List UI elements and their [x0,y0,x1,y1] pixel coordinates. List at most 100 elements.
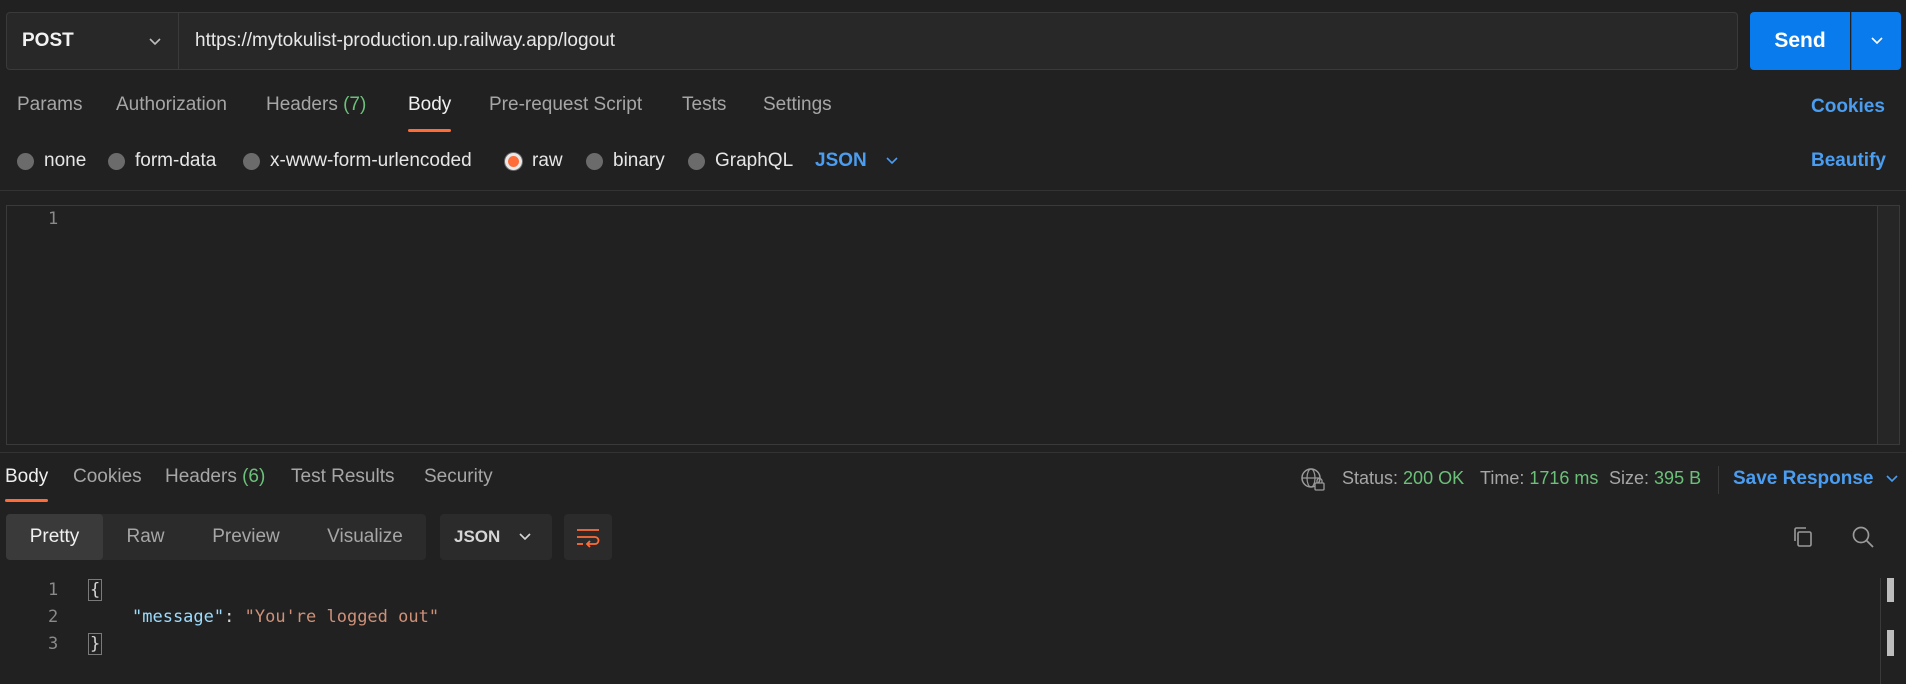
time-label: Time: [1480,468,1525,488]
tab-body[interactable]: Body [408,94,452,134]
view-raw[interactable]: Raw [103,514,188,560]
radio-label: none [44,150,87,171]
status-value: 200 OK [1403,468,1465,488]
brace: { [88,579,103,601]
send-options-button[interactable] [1851,12,1901,70]
url-text: https://mytokulist-production.up.railway… [195,30,615,51]
size-label: Size: [1609,468,1650,488]
tab-headers[interactable]: Headers (7) [266,94,366,134]
radio-x-www-form-urlencoded[interactable]: x-www-form-urlencoded [243,150,472,172]
method-select[interactable]: POST [6,12,178,70]
radio-dot [586,152,603,170]
radio-label: binary [613,150,665,171]
wrap-lines-icon [577,529,600,548]
tab-pre-request-script[interactable]: Pre-request Script [489,94,642,134]
view-visualize[interactable]: Visualize [304,514,426,560]
cookies-link[interactable]: Cookies [1811,96,1885,118]
chevron-down-icon [149,38,161,46]
radio-dot [505,152,522,170]
headers-count: (7) [343,94,367,115]
save-response-label: Save Response [1733,468,1874,489]
beautify-link[interactable]: Beautify [1811,150,1886,172]
radio-dot [17,152,34,170]
response-tab-security[interactable]: Security [424,466,493,504]
tab-label: Settings [763,94,832,115]
tab-label: Headers [266,94,338,115]
radio-label: x-www-form-urlencoded [270,150,472,171]
line-number: 3 [48,634,59,654]
radio-dot [688,152,705,170]
tab-label: Security [424,466,493,487]
editor-scrollbar[interactable] [1878,205,1900,445]
size-value: 395 B [1654,468,1702,488]
response-format-select[interactable]: JSON [440,514,552,560]
response-time: Time: 1716 ms [1480,468,1598,489]
brace: } [88,633,103,655]
globe-lock-icon[interactable] [1300,467,1326,493]
body-language-select[interactable]: JSON [815,150,899,172]
line-number: 1 [48,209,59,229]
scroll-marker [1887,630,1894,656]
tab-label: Test Results [291,466,395,487]
tab-label: Headers [165,466,237,487]
tab-authorization[interactable]: Authorization [116,94,227,134]
response-tab-body[interactable]: Body [5,466,49,504]
radio-form-data[interactable]: form-data [108,150,216,172]
tab-params[interactable]: Params [17,94,82,134]
body-language-label: JSON [815,150,867,171]
radio-none[interactable]: none [17,150,86,172]
radio-dot [243,152,260,170]
line-number: 2 [48,607,59,627]
radio-binary[interactable]: binary [586,150,665,172]
request-body-editor[interactable] [6,205,1878,445]
send-label: Send [1774,29,1826,52]
radio-graphql[interactable]: GraphQL [688,150,793,172]
chevron-down-icon [1870,37,1883,45]
radio-label: GraphQL [715,150,794,171]
method-label: POST [22,30,74,51]
divider [0,452,1906,453]
view-pretty[interactable]: Pretty [6,514,103,560]
tab-label: Authorization [116,94,227,115]
chevron-down-icon [886,157,898,165]
time-value: 1716 ms [1529,468,1599,488]
search-icon[interactable] [1851,525,1875,549]
status-label: Status: [1342,468,1399,488]
tab-label: Cookies [73,466,142,487]
response-tab-test-results[interactable]: Test Results [291,466,394,504]
response-size: Size: 395 B [1609,468,1701,489]
json-open-brace: { [88,579,103,601]
tab-label: Tests [682,94,727,115]
send-button[interactable]: Send [1750,12,1850,70]
radio-dot [108,152,125,170]
divider [0,190,1906,191]
radio-label: raw [532,150,563,171]
tab-settings[interactable]: Settings [763,94,832,134]
tab-tests[interactable]: Tests [682,94,726,134]
tab-label: Body [408,94,452,115]
radio-label: form-data [135,150,217,171]
format-label: JSON [454,527,501,546]
view-preview[interactable]: Preview [188,514,304,560]
scroll-marker [1887,578,1894,602]
chevron-down-icon [519,533,531,541]
response-tab-cookies[interactable]: Cookies [73,466,142,504]
tab-label: Params [17,94,83,115]
tab-label: Pre-request Script [489,94,643,115]
copy-icon[interactable] [1791,525,1815,549]
divider [1718,466,1719,494]
radio-raw[interactable]: raw [505,150,563,172]
tab-label: Body [5,466,49,487]
response-tab-headers[interactable]: Headers (6) [165,466,265,504]
wrap-lines-button[interactable] [564,514,612,560]
json-value: "You're logged out" [244,607,440,627]
json-colon: : [224,607,245,627]
response-status: Status: 200 OK [1342,468,1464,489]
response-scroll-track[interactable] [1880,578,1881,684]
json-close-brace: } [88,633,103,655]
json-line: "message": "You're logged out" [132,607,439,627]
save-response-button[interactable]: Save Response [1733,468,1899,490]
json-key: "message" [132,607,225,627]
line-number: 1 [48,580,59,600]
url-input[interactable]: https://mytokulist-production.up.railway… [178,12,1738,70]
